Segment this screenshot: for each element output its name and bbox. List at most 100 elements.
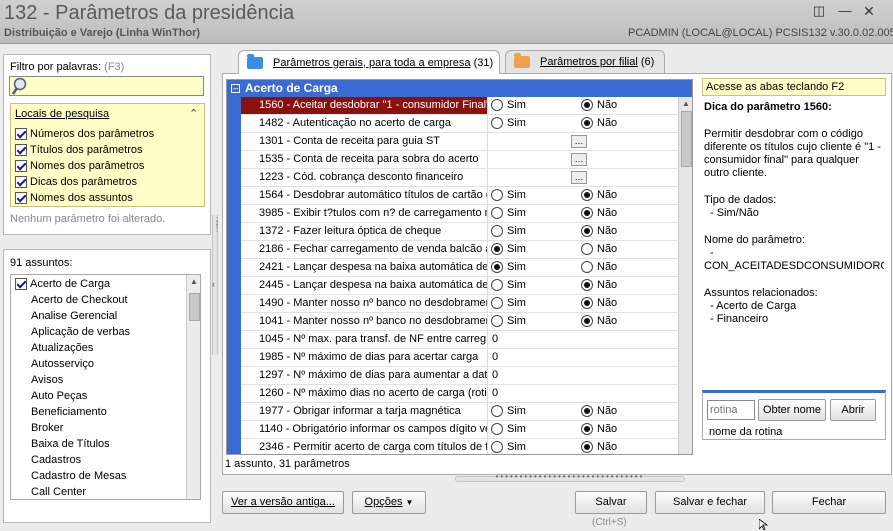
filter-input[interactable] [9, 76, 204, 96]
minimize-icon[interactable]: — [838, 4, 852, 18]
radio-icon[interactable] [581, 225, 593, 237]
checkbox-icon[interactable] [15, 176, 27, 188]
table-row[interactable]: 1301 - Conta de receita para guia ST… [241, 133, 678, 151]
radio-no[interactable]: Não [581, 207, 617, 219]
save-button[interactable]: Salvar [575, 491, 647, 514]
radio-yes[interactable]: Sim [491, 225, 526, 237]
option-numeros[interactable]: Números dos parâmetros [15, 126, 154, 142]
radio-icon[interactable] [491, 423, 503, 435]
option-titulos[interactable]: Títulos dos parâmetros [15, 142, 143, 158]
radio-icon[interactable] [581, 117, 593, 129]
radio-icon[interactable] [491, 99, 503, 111]
radio-icon[interactable] [491, 189, 503, 201]
old-version-button[interactable]: Ver a versão antiga... [222, 491, 344, 514]
table-row[interactable]: 1490 - Manter nosso nº banco no desdobra… [241, 295, 678, 313]
table-row[interactable]: 2346 - Permitir acerto de carga com títu… [241, 439, 678, 454]
radio-icon[interactable] [491, 441, 503, 453]
table-row[interactable]: 1297 - Nº máximo de dias para aumentar a… [241, 367, 678, 385]
table-row[interactable]: 1140 - Obrigatório informar os campos dí… [241, 421, 678, 439]
radio-icon[interactable] [581, 297, 593, 309]
checkbox-icon[interactable] [15, 192, 27, 204]
table-row[interactable]: 1985 - Nº máximo de dias para acertar ca… [241, 349, 678, 367]
list-item[interactable]: Acerto de Checkout [15, 292, 128, 308]
radio-yes[interactable]: Sim [491, 261, 526, 273]
tab-general[interactable]: Parâmetros gerais, para toda a empresa (… [238, 50, 500, 74]
table-row[interactable]: 1045 - Nº max. para transf. de NF entre … [241, 331, 678, 349]
radio-icon[interactable] [491, 243, 503, 255]
radio-yes[interactable]: Sim [491, 423, 526, 435]
table-row[interactable]: 2445 - Lançar despesa na baixa automátic… [241, 277, 678, 295]
close-icon[interactable]: ✕ [862, 4, 876, 18]
list-item[interactable]: Avisos [15, 372, 63, 388]
grid-scrollbar[interactable]: ▲ [678, 97, 692, 454]
radio-no[interactable]: Não [581, 225, 617, 237]
radio-no[interactable]: Não [581, 189, 617, 201]
radio-no[interactable]: Não [581, 99, 617, 111]
radio-yes[interactable]: Sim [491, 315, 526, 327]
list-item[interactable]: Auto Peças [15, 388, 87, 404]
radio-icon[interactable] [491, 279, 503, 291]
radio-icon[interactable] [491, 315, 503, 327]
radio-icon[interactable] [491, 117, 503, 129]
list-item[interactable]: Broker [15, 420, 63, 436]
table-row[interactable]: 3985 - Exibir t?tulos com n? de carregam… [241, 205, 678, 223]
radio-yes[interactable]: Sim [491, 405, 526, 417]
param-value[interactable]: 0 [492, 349, 498, 366]
list-item[interactable]: Autosserviço [15, 356, 94, 372]
option-dicas[interactable]: Dicas dos parâmetros [15, 174, 137, 190]
list-item[interactable]: Cadastro de Mesas [15, 468, 126, 484]
checkbox-icon[interactable] [15, 128, 27, 140]
left-splitter[interactable]: ⋮ ⋮ ⋮ ‹ [212, 215, 221, 355]
radio-yes[interactable]: Sim [491, 279, 526, 291]
close-button[interactable]: Fechar [772, 491, 886, 514]
radio-no[interactable]: Não [581, 297, 617, 309]
option-nomes[interactable]: Nomes dos parâmetros [15, 158, 144, 174]
collapse-left-icon[interactable]: ‹ [212, 279, 215, 289]
restore-icon[interactable]: ◫ [812, 4, 826, 18]
table-row[interactable]: 1041 - Manter nosso nº banco no desdobra… [241, 313, 678, 331]
options-button[interactable]: Opções ▼ [352, 491, 426, 514]
table-row[interactable]: 1564 - Desdobrar automático títulos de c… [241, 187, 678, 205]
checkbox-icon[interactable] [15, 160, 27, 172]
radio-icon[interactable] [581, 189, 593, 201]
param-value[interactable]: 0 [492, 331, 498, 348]
table-row[interactable]: 1977 - Obrigar informar a tarja magnétic… [241, 403, 678, 421]
radio-icon[interactable] [581, 441, 593, 453]
list-item[interactable]: Acerto de Carga [15, 276, 110, 292]
get-name-button[interactable]: Obter nome [758, 399, 826, 421]
radio-no[interactable]: Não [581, 423, 617, 435]
list-item[interactable]: Beneficiamento [15, 404, 107, 420]
radio-no[interactable]: Não [581, 315, 617, 327]
bottom-splitter[interactable]: ••••••••••••••••••••••••••••••• [455, 473, 685, 482]
table-row[interactable]: 2421 - Lançar despesa na baixa automátic… [241, 259, 678, 277]
radio-no[interactable]: Não [581, 441, 617, 453]
radio-icon[interactable] [581, 405, 593, 417]
ellipsis-icon[interactable]: … [571, 171, 587, 184]
radio-icon[interactable] [581, 261, 593, 273]
radio-yes[interactable]: Sim [491, 99, 526, 111]
radio-icon[interactable] [491, 405, 503, 417]
radio-icon[interactable] [491, 225, 503, 237]
list-item[interactable]: Atualizações [15, 340, 93, 356]
radio-icon[interactable] [581, 99, 593, 111]
radio-yes[interactable]: Sim [491, 117, 526, 129]
table-row[interactable]: 1560 - Aceitar desdobrar "1 - consumidor… [241, 97, 678, 115]
radio-icon[interactable] [581, 207, 593, 219]
param-value[interactable]: 0 [492, 385, 498, 402]
table-row[interactable]: 1482 - Autenticação no acerto de carga Si… [241, 115, 678, 133]
list-item[interactable]: Call Center [15, 484, 86, 499]
option-assuntos[interactable]: Nomes dos assuntos [15, 190, 133, 206]
radio-yes[interactable]: Sim [491, 243, 526, 255]
table-row[interactable]: 1372 - Fazer leitura óptica de cheque Sim… [241, 223, 678, 241]
ellipsis-icon[interactable]: … [571, 153, 587, 166]
radio-icon[interactable] [581, 279, 593, 291]
radio-no[interactable]: Não [581, 117, 617, 129]
param-value[interactable]: 0 [492, 367, 498, 384]
radio-no[interactable]: Não [581, 243, 617, 255]
open-button[interactable]: Abrir [830, 399, 876, 421]
scrollbar-thumb[interactable] [681, 111, 692, 167]
radio-yes[interactable]: Sim [491, 297, 526, 309]
radio-icon[interactable] [581, 423, 593, 435]
collapse-up-icon[interactable]: ⌃ [189, 107, 198, 120]
radio-icon[interactable] [491, 261, 503, 273]
